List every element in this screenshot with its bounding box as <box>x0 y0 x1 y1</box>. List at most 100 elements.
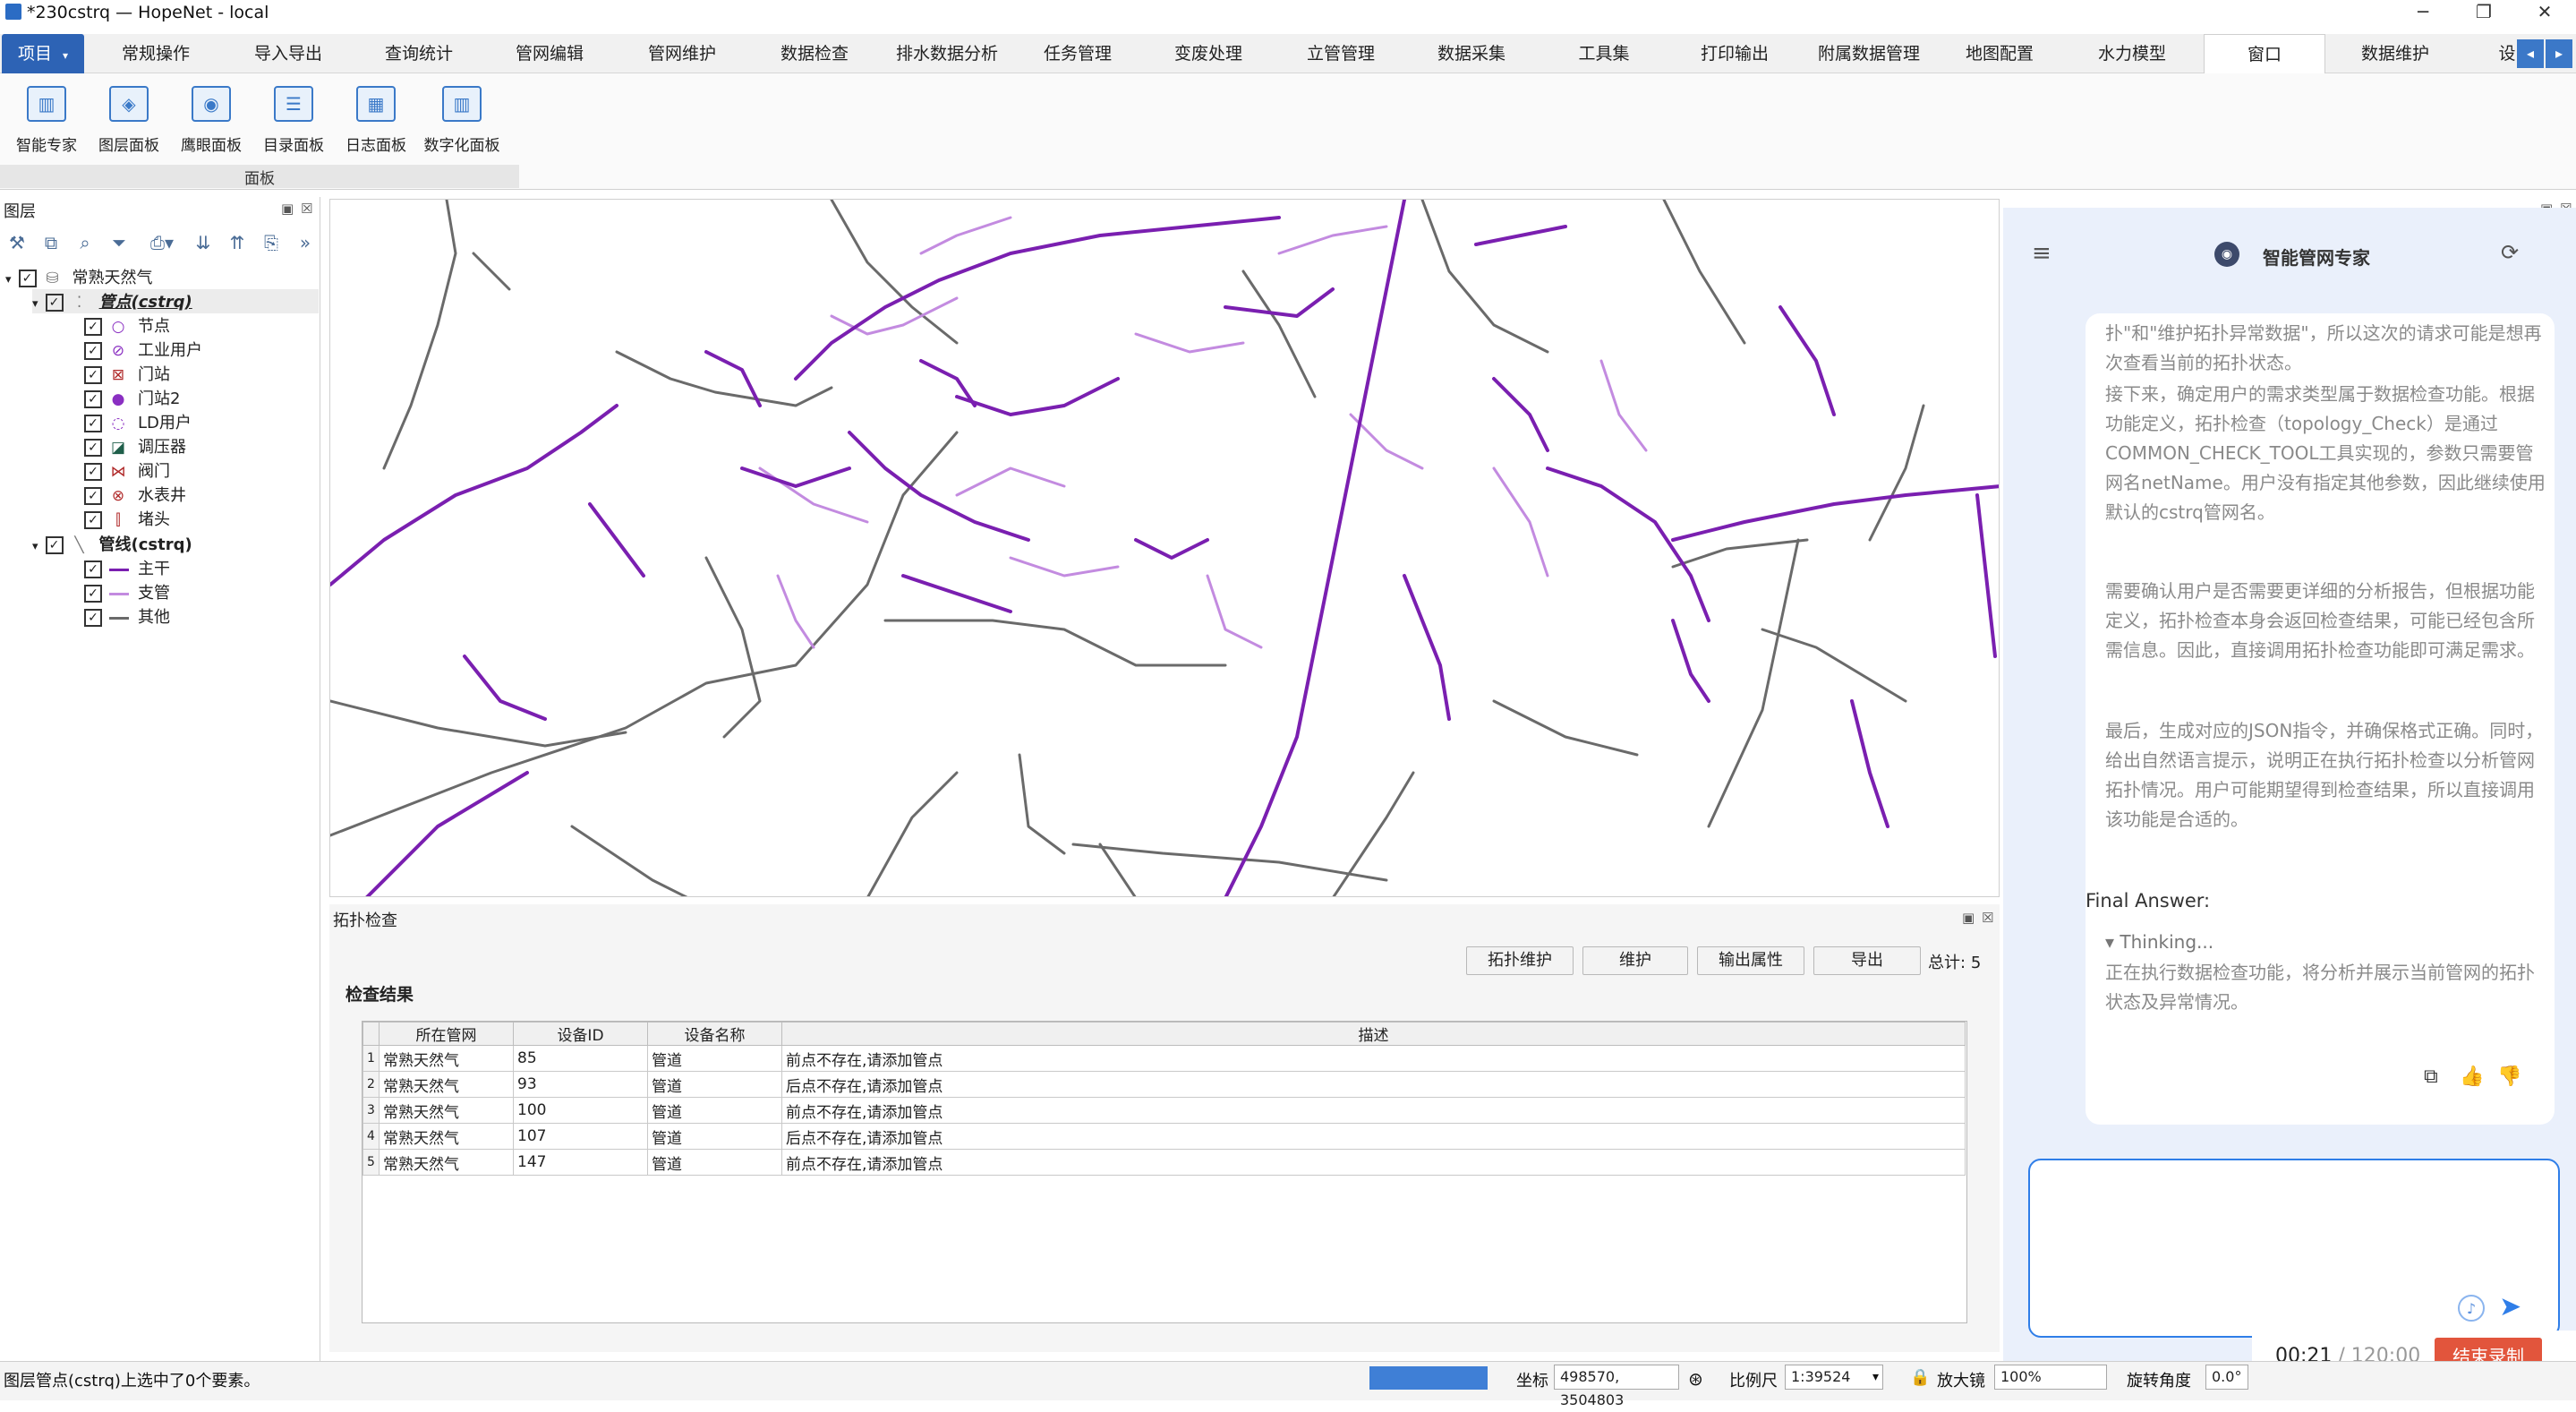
coord-field[interactable]: 498570, 3504803 <box>1554 1365 1679 1408</box>
tab-task-manage[interactable]: 任务管理 <box>1036 34 1119 73</box>
close-button[interactable]: ✕ <box>2521 0 2569 23</box>
sort-up-icon[interactable]: ⇈ <box>224 229 251 256</box>
tree-item-gate-station[interactable]: ✓ ⊠ 门站 <box>84 362 170 386</box>
thinking-toggle[interactable]: ▾ Thinking... <box>2105 931 2213 953</box>
checkbox[interactable]: ✓ <box>18 270 37 287</box>
column-header[interactable]: 设备名称 <box>647 1022 782 1046</box>
checkbox[interactable]: ✓ <box>84 511 102 529</box>
tree-point-layer[interactable]: ▾ ✓ ⁚ 管点(cstrq) <box>32 289 319 313</box>
zoom-layer-icon[interactable]: ⌕ <box>72 229 98 256</box>
rotation-field[interactable]: 0.0° <box>2205 1365 2248 1390</box>
tab-query-stats[interactable]: 查询统计 <box>378 34 460 73</box>
tab-drainage-analysis[interactable]: 排水数据分析 <box>895 34 999 73</box>
checkbox[interactable]: ✓ <box>84 390 102 408</box>
tree-item-meter-well[interactable]: ✓ ⊗ 水表井 <box>84 483 186 507</box>
tree-item-regulator[interactable]: ✓ ◪ 调压器 <box>84 434 186 458</box>
checkbox[interactable]: ✓ <box>45 294 64 312</box>
catalog-panel-button[interactable]: ☰ 目录面板 <box>252 82 335 158</box>
expand-icon[interactable]: ▾ <box>32 297 38 311</box>
maintain-button[interactable]: 维护 <box>1582 946 1688 975</box>
tree-item-plug[interactable]: ✓ ⫿ 堵头 <box>84 507 170 531</box>
log-panel-button[interactable]: ▦ 日志面板 <box>335 82 417 158</box>
tab-window[interactable]: 窗口 <box>2204 34 2325 73</box>
thumbs-up-icon[interactable]: 👍 <box>2460 1065 2484 1088</box>
tree-item-node[interactable]: ✓ ○ 节点 <box>84 313 170 338</box>
menu-icon[interactable]: ≡ <box>2032 240 2051 267</box>
tab-network-maintain[interactable]: 管网维护 <box>641 34 723 73</box>
restore-button[interactable]: ❐ <box>2460 0 2508 23</box>
result-table[interactable]: 所在管网 设备ID 设备名称 描述 1 常熟天然气 85 管道 前点不存在,请添… <box>362 1021 1967 1323</box>
tree-item-industrial-user[interactable]: ✓ ⊘ 工业用户 <box>84 338 202 362</box>
tab-general[interactable]: 常规操作 <box>115 34 197 73</box>
checkbox[interactable]: ✓ <box>84 561 102 578</box>
map-view[interactable] <box>329 199 2000 897</box>
pipe-network-map[interactable] <box>330 200 2000 897</box>
style-dropdown-icon[interactable]: ⎙▾ <box>140 229 184 256</box>
tool-icon[interactable]: ⚒ <box>4 229 30 256</box>
export-button[interactable]: 导出 <box>1813 946 1921 975</box>
pin-icon[interactable]: ▣ <box>1962 910 1975 926</box>
chat-input[interactable] <box>2043 1173 2529 1284</box>
checkbox[interactable]: ✓ <box>45 536 64 554</box>
chevron-down-icon[interactable]: ▾ <box>1872 1370 1879 1384</box>
tab-hydraulic-model[interactable]: 水力模型 <box>2091 34 2173 73</box>
column-header[interactable]: 描述 <box>781 1022 1966 1046</box>
send-icon[interactable]: ➤ <box>2499 1291 2521 1322</box>
thumbs-down-icon[interactable]: 👎 <box>2497 1065 2521 1088</box>
more-icon[interactable]: » <box>292 229 319 256</box>
tree-line-layer[interactable]: ▾ ✓ ╲ 管线(cstrq) <box>32 532 192 556</box>
tree-item-valve[interactable]: ✓ ⋈ 阀门 <box>84 458 170 483</box>
layer-panel-button[interactable]: ◈ 图层面板 <box>88 82 170 158</box>
tab-project[interactable]: 项目 ▾ <box>2 34 84 73</box>
output-attributes-button[interactable]: 输出属性 <box>1697 946 1804 975</box>
close-icon[interactable]: ☒ <box>1982 910 1993 926</box>
digitize-panel-button[interactable]: ▥ 数字化面板 <box>421 82 503 158</box>
tab-data-check[interactable]: 数据检查 <box>773 34 856 73</box>
checkbox[interactable]: ✓ <box>84 609 102 627</box>
voice-icon[interactable]: ♪ <box>2458 1295 2485 1322</box>
minimize-button[interactable]: ─ <box>2399 0 2447 23</box>
tab-waste-handle[interactable]: 变废处理 <box>1167 34 1250 73</box>
eagle-eye-panel-button[interactable]: ◉ 鹰眼面板 <box>170 82 252 158</box>
tab-riser-manage[interactable]: 立管管理 <box>1300 34 1382 73</box>
tab-scroll-left-icon[interactable]: ◂ <box>2517 39 2544 68</box>
expand-icon[interactable]: ▾ <box>5 273 12 287</box>
tree-item-branch-pipe[interactable]: ✓ 支管 <box>84 580 170 604</box>
column-header[interactable]: 所在管网 <box>379 1022 514 1046</box>
column-header[interactable]: 设备ID <box>513 1022 648 1046</box>
table-row[interactable]: 2 常熟天然气 93 管道 后点不存在,请添加管点 <box>363 1071 1966 1098</box>
filter-icon[interactable]: ⏷ <box>106 229 132 256</box>
table-row[interactable]: 3 常熟天然气 100 管道 前点不存在,请添加管点 <box>363 1097 1966 1124</box>
table-row[interactable]: 4 常熟天然气 107 管道 后点不存在,请添加管点 <box>363 1123 1966 1150</box>
tab-network-edit[interactable]: 管网编辑 <box>508 34 591 73</box>
tab-toolset[interactable]: 工具集 <box>1563 34 1645 73</box>
magnifier-field[interactable]: 100% <box>1994 1365 2107 1390</box>
table-row[interactable]: 5 常熟天然气 147 管道 前点不存在,请添加管点 <box>363 1149 1966 1176</box>
expand-icon[interactable]: ▾ <box>32 540 38 553</box>
smart-expert-button[interactable]: ▥ 智能专家 <box>5 82 88 158</box>
tree-item-main-pipe[interactable]: ✓ 主干 <box>84 556 170 580</box>
copy-icon[interactable]: ⧉ <box>2424 1065 2438 1088</box>
tab-map-config[interactable]: 地图配置 <box>1958 34 2041 73</box>
tab-data-maintain[interactable]: 数据维护 <box>2354 34 2436 73</box>
tab-data-collect[interactable]: 数据采集 <box>1430 34 1513 73</box>
checkbox[interactable]: ✓ <box>84 439 102 457</box>
export-icon[interactable]: ⎘ <box>258 229 285 256</box>
close-icon[interactable]: ☒ <box>301 201 312 217</box>
checkbox[interactable]: ✓ <box>84 463 102 481</box>
chat-input-box[interactable]: ♪ ➤ <box>2028 1159 2560 1338</box>
pointer-icon[interactable]: ⊛ <box>1688 1368 1703 1390</box>
table-row[interactable]: 1 常熟天然气 85 管道 前点不存在,请添加管点 <box>363 1045 1966 1072</box>
lock-icon[interactable]: 🔒 <box>1910 1368 1930 1387</box>
tree-item-other-pipe[interactable]: ✓ 其他 <box>84 604 170 629</box>
checkbox[interactable]: ✓ <box>84 366 102 384</box>
copy-icon[interactable]: ⧉ <box>38 229 64 256</box>
topology-maintain-button[interactable]: 拓扑维护 <box>1466 946 1574 975</box>
checkbox[interactable]: ✓ <box>84 415 102 432</box>
checkbox[interactable]: ✓ <box>84 585 102 603</box>
checkbox[interactable]: ✓ <box>84 318 102 336</box>
tree-item-ld-user[interactable]: ✓ ◌ LD用户 <box>84 410 192 434</box>
tab-scroll-right-icon[interactable]: ▸ <box>2546 39 2572 68</box>
sort-down-icon[interactable]: ⇊ <box>190 229 217 256</box>
tree-item-gate-station-2[interactable]: ✓ ● 门站2 <box>84 386 180 410</box>
